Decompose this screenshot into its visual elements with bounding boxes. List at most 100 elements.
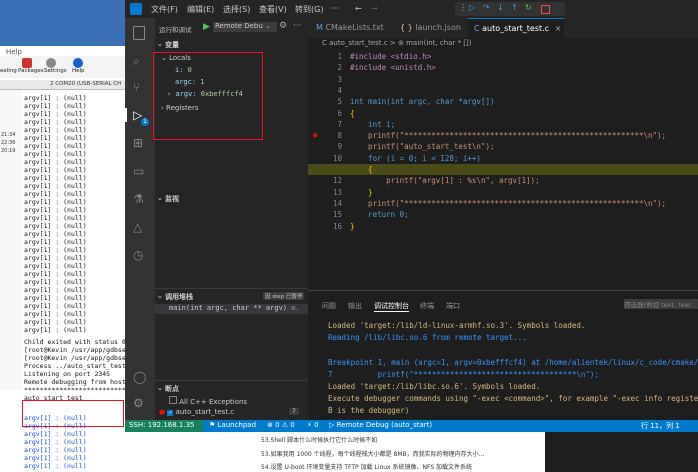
code-line[interactable]: printf("********************************… <box>350 131 666 140</box>
tab-overflow[interactable] <box>308 18 314 38</box>
json-file-icon: { } <box>400 23 413 32</box>
drag-handle-icon[interactable]: ⋮ <box>459 3 467 12</box>
chevron-right-icon: › <box>161 104 164 112</box>
terminal-line: argv[1] : (null) <box>24 134 87 142</box>
breadcrumb[interactable]: C auto_start_test.c > ⊚ main(int, char *… <box>308 38 698 50</box>
timeline-icon[interactable]: ◷ <box>133 248 147 262</box>
registers-scope[interactable]: › Registers <box>161 104 199 112</box>
terminal-line: argv[1] : (null) <box>24 254 87 262</box>
code-line[interactable]: { <box>350 165 373 174</box>
launchpad-item[interactable]: ⚑ Launchpad <box>209 421 256 429</box>
more-actions-icon[interactable]: ··· <box>293 21 302 31</box>
tab-launch-json[interactable]: { } launch.json <box>400 18 461 38</box>
code-line[interactable]: printf("********************************… <box>350 199 666 208</box>
cursor-position[interactable]: 行 11，列 1 <box>641 421 680 431</box>
restart-icon[interactable]: ↻ <box>525 3 532 12</box>
serial-terminal-bottom[interactable]: argv[1] : (null) argv[1] : (null) argv[1] … <box>22 400 125 472</box>
terminal-line: argv[1] : (null) <box>24 110 87 118</box>
menu-go[interactable]: 转到(G) <box>295 4 323 15</box>
code-editor[interactable]: 1 #include <stdio.h> 2 #include <unistd.h> 3… <box>308 50 698 290</box>
code-line[interactable]: #include <unistd.h> <box>350 63 436 72</box>
terminal-line: argv[1] : (null) <box>24 326 87 334</box>
nav-forward-icon[interactable]: → <box>371 4 378 13</box>
menu-view[interactable]: 查看(V) <box>259 4 287 15</box>
search-icon[interactable]: ⌕ <box>133 54 147 68</box>
chevron-down-icon[interactable]: ⌄ <box>265 22 271 30</box>
menu-more[interactable]: ··· <box>331 4 339 13</box>
code-line[interactable]: #include <stdio.h> <box>350 52 431 61</box>
step-over-icon[interactable]: ↷ <box>483 3 490 12</box>
bg-tool-eeling[interactable]: eeling <box>0 68 17 74</box>
stop-icon[interactable] <box>541 5 550 14</box>
bg-tool-settings[interactable]: Settings <box>44 68 67 74</box>
terminal-line: argv[1] : (null) <box>24 118 87 126</box>
debug-session-item[interactable]: ▷ Remote Debug (auto_start) <box>329 421 432 429</box>
source-control-icon[interactable]: ⑂ <box>133 80 147 94</box>
problems-count[interactable]: ⊗ 0 ⚠ 0 <box>267 421 295 429</box>
breakpoint-dot-icon[interactable]: ● <box>313 131 317 139</box>
watch-section-header[interactable]: ⌄ 监视 <box>155 194 308 206</box>
terminal-line: argv[1] : (null) <box>24 462 87 470</box>
code-line[interactable]: int main(int argc, char *argv[]) <box>350 97 495 106</box>
line-number: 5 <box>337 97 342 107</box>
manage-gear-icon[interactable]: ⚙ <box>133 396 147 410</box>
code-line[interactable]: return 0; <box>350 210 409 219</box>
terminal-line: argv[1] : (null) <box>24 278 87 286</box>
remote-explorer-icon[interactable]: ▭ <box>133 164 147 178</box>
locals-label: Locals <box>169 54 191 62</box>
explorer-icon[interactable] <box>133 26 145 40</box>
article-link[interactable]: 53.Shell 脚本什么时候执行它什么时候不如 <box>261 435 377 444</box>
menu-edit[interactable]: 编辑(E) <box>187 4 214 15</box>
breakpoint-dot-icon: ● <box>159 408 166 416</box>
article-link[interactable]: 53.如果我用 1000 个线程，每个线程栈大小都是 8MB，而我实际的物理内存… <box>261 449 484 458</box>
code-line[interactable]: { <box>350 109 355 118</box>
breakpoints-section-header[interactable]: ⌄ 断点 <box>155 384 308 396</box>
debug-icon: ▷ <box>329 421 335 429</box>
terminal-line: argv[1] : (null) <box>24 454 87 462</box>
code-line[interactable]: printf("auto_start_test\n"); <box>350 142 494 151</box>
code-line[interactable]: printf("argv[1] : %s\n", argv[1]); <box>350 176 540 185</box>
start-debug-icon[interactable]: ▶ <box>203 22 210 32</box>
terminal-line: Process ../auto_start_test <box>24 362 125 370</box>
variable-argv[interactable]: › argv: 0xbefffcf4 <box>167 90 243 98</box>
testing-icon[interactable]: ⚗ <box>133 192 147 206</box>
code-line[interactable]: int i; <box>350 120 395 129</box>
code-line[interactable]: } <box>350 222 355 231</box>
locals-scope[interactable]: ⌄ Locals <box>161 54 191 62</box>
ports-count[interactable]: ⚡ 0 <box>307 421 319 429</box>
close-icon[interactable]: × <box>555 24 562 33</box>
checkbox-checked[interactable]: ✓ <box>167 410 174 416</box>
variable-argc[interactable]: argc: 1 <box>175 78 205 86</box>
debug-settings-gear-icon[interactable]: ⚙ <box>279 21 287 31</box>
callstack-section-header[interactable]: ⌄ 调用堆栈 因 step 已暂停 <box>155 292 308 304</box>
breakpoint-cpp-exceptions[interactable]: All C++ Exceptions <box>169 396 247 406</box>
variable-i[interactable]: i: 0 <box>175 66 192 74</box>
cmake-icon[interactable]: △ <box>133 220 147 234</box>
bg-tool-packages[interactable]: Packages <box>18 68 44 74</box>
background-session-tab[interactable]: 2 COM20 (USB-SERIAL CH <box>0 80 125 90</box>
remote-indicator[interactable]: SSH: 192.168.1.35 <box>125 420 203 432</box>
menu-file[interactable]: 文件(F) <box>151 4 178 15</box>
step-out-icon[interactable]: ↑ <box>511 3 518 12</box>
checkbox-unchecked[interactable] <box>169 396 177 404</box>
extensions-icon[interactable]: ⊞ <box>133 136 147 150</box>
editor-tabs: M CMakeLists.txt { } launch.json C auto_… <box>308 18 698 39</box>
terminal-line: argv[1] : (null) <box>24 430 87 438</box>
variables-section-header[interactable]: ⌄ 变量 <box>155 40 308 52</box>
code-line[interactable]: for (i = 0; i < 128; i++) <box>350 154 481 163</box>
callstack-frame[interactable]: main(int argc, char ** argv) a. <box>155 304 308 314</box>
menu-selection[interactable]: 选择(S) <box>223 4 250 15</box>
serial-terminal[interactable]: argv[1] : (null) argv[1] : (null) argv[1] … <box>22 90 125 402</box>
code-line[interactable]: } <box>350 188 373 197</box>
tab-cmakelists[interactable]: M CMakeLists.txt <box>316 18 384 38</box>
breakpoint-auto-start-test[interactable]: ● ✓ auto_start_test.c <box>159 408 234 416</box>
bg-tool-help[interactable]: Help <box>72 68 85 74</box>
account-icon[interactable]: ◯ <box>133 370 147 384</box>
article-link[interactable]: 54.设置 U-boot 环境变量支持 TFTP 加载 Linux 系统镜像、N… <box>261 462 472 471</box>
terminal-line: argv[1] : (null) <box>24 302 87 310</box>
nav-back-icon[interactable]: ← <box>355 4 362 13</box>
continue-icon[interactable]: ▷ <box>469 3 475 12</box>
step-into-icon[interactable]: ↓ <box>497 3 504 12</box>
tab-auto-start-test-c[interactable]: C auto_start_test.c × <box>468 18 564 39</box>
variable-name: argc: <box>175 78 197 86</box>
